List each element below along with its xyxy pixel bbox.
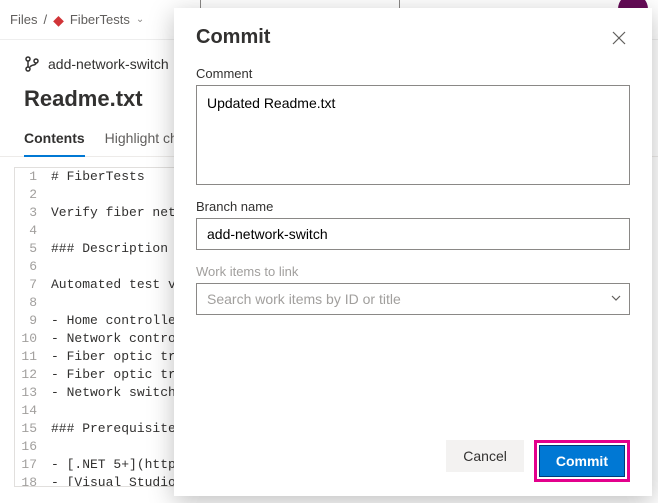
project-icon: ◆ xyxy=(53,13,64,27)
dialog-title: Commit xyxy=(196,26,270,49)
line-content xyxy=(43,222,51,240)
line-number: 15 xyxy=(15,420,43,438)
work-items-label: Work items to link xyxy=(196,264,630,279)
line-number: 6 xyxy=(15,258,43,276)
commit-button[interactable]: Commit xyxy=(539,445,625,477)
dialog-buttons: Cancel Commit xyxy=(196,430,630,482)
breadcrumb-separator: / xyxy=(43,12,47,27)
branch-name: add-network-switch xyxy=(48,56,169,72)
work-items-combo[interactable] xyxy=(196,283,630,315)
line-number: 2 xyxy=(15,186,43,204)
comment-label: Comment xyxy=(196,66,630,81)
line-number: 10 xyxy=(15,330,43,348)
line-number: 17 xyxy=(15,456,43,474)
line-number: 7 xyxy=(15,276,43,294)
line-number: 3 xyxy=(15,204,43,222)
line-number: 1 xyxy=(15,168,43,186)
line-content: Verify fiber netw xyxy=(43,204,184,222)
line-content xyxy=(43,186,51,204)
commit-button-highlight: Commit xyxy=(534,440,630,482)
branch-name-input[interactable] xyxy=(196,218,630,250)
line-number: 8 xyxy=(15,294,43,312)
line-content: ### Description xyxy=(43,240,168,258)
line-number: 12 xyxy=(15,366,43,384)
line-content: - [Visual Studio xyxy=(43,474,176,487)
line-content xyxy=(43,294,51,312)
line-content xyxy=(43,402,51,420)
line-content: Automated test va xyxy=(43,276,184,294)
line-content: - Network control xyxy=(43,330,184,348)
line-number: 18 xyxy=(15,474,43,487)
line-content xyxy=(43,258,51,276)
branch-name-label: Branch name xyxy=(196,199,630,214)
work-items-input[interactable] xyxy=(196,283,630,315)
line-number: 14 xyxy=(15,402,43,420)
tab-contents[interactable]: Contents xyxy=(24,126,85,156)
line-number: 13 xyxy=(15,384,43,402)
line-content: ### Prerequisites xyxy=(43,420,184,438)
line-number: 9 xyxy=(15,312,43,330)
branch-icon xyxy=(24,56,40,72)
line-content: - Fiber optic tra xyxy=(43,348,184,366)
line-number: 16 xyxy=(15,438,43,456)
line-content xyxy=(43,438,51,456)
comment-textarea[interactable] xyxy=(196,85,630,185)
close-icon[interactable] xyxy=(608,26,630,52)
line-content: # FiberTests xyxy=(43,168,145,186)
line-content: - Home controller xyxy=(43,312,184,330)
breadcrumb-files[interactable]: Files xyxy=(10,12,37,27)
line-number: 4 xyxy=(15,222,43,240)
chevron-down-icon[interactable]: ⌄ xyxy=(136,14,144,25)
line-number: 5 xyxy=(15,240,43,258)
breadcrumb-project[interactable]: FiberTests xyxy=(70,12,130,27)
commit-dialog: Commit Comment Branch name Work items to… xyxy=(174,8,652,496)
line-content: - Fiber optic tra xyxy=(43,366,184,384)
cancel-button[interactable]: Cancel xyxy=(446,440,524,472)
line-content: - Network switche xyxy=(43,384,184,402)
line-number: 11 xyxy=(15,348,43,366)
line-content: - [.NET 5+](https xyxy=(43,456,184,474)
